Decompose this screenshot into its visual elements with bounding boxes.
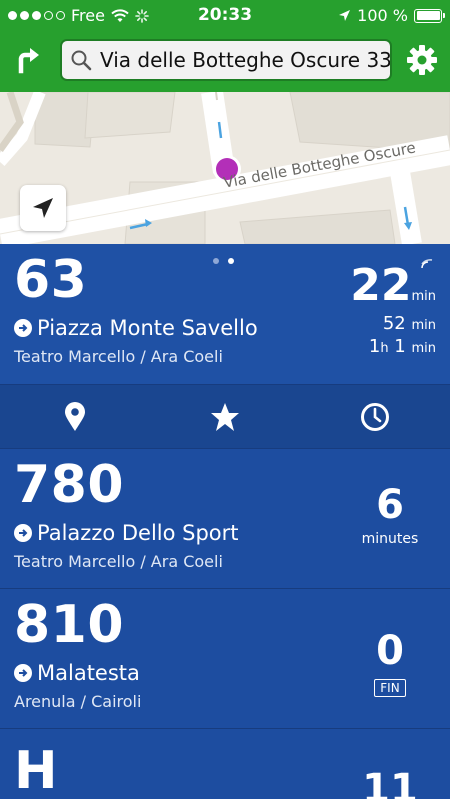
arrival-unit: minutes bbox=[361, 531, 419, 547]
arrival-3-minutes-unit: min bbox=[411, 341, 436, 357]
star-icon bbox=[211, 402, 239, 431]
location-services-icon bbox=[339, 10, 351, 21]
arrow-right-circle-icon bbox=[14, 319, 32, 337]
route-card[interactable]: 63 Piazza Monte Savello Teatro Marcello … bbox=[0, 244, 450, 384]
line-number: H bbox=[14, 741, 59, 799]
arrival-3-minutes: 1 bbox=[394, 336, 406, 358]
arrival-time: 11 bbox=[350, 769, 430, 799]
arrow-right-circle-icon bbox=[14, 664, 32, 682]
search-icon bbox=[71, 50, 92, 71]
destination-label: Piazza Monte Savello bbox=[37, 316, 258, 340]
arrival-1-unit: min bbox=[411, 289, 436, 304]
line-number: 810 bbox=[14, 595, 125, 655]
battery-icon bbox=[414, 8, 445, 23]
arrival-1-value: 22 bbox=[350, 260, 412, 311]
arrow-right-circle-icon bbox=[14, 524, 32, 542]
line-number: 780 bbox=[14, 455, 125, 515]
arrival-value: 11 bbox=[362, 766, 418, 799]
arrival-3-hours-unit: h bbox=[380, 341, 389, 357]
arrival-2-value: 52 bbox=[382, 313, 406, 334]
clock-icon bbox=[361, 402, 389, 431]
destination: Malatesta bbox=[14, 661, 140, 685]
status-bar: Free 20:33 100 % bbox=[0, 0, 450, 30]
stop-name: Teatro Marcello / Ara Coeli bbox=[14, 347, 223, 366]
battery-percent: 100 % bbox=[357, 6, 408, 25]
locate-me-button[interactable] bbox=[20, 185, 66, 231]
arrival-value: 6 bbox=[376, 482, 404, 528]
show-stop-button[interactable] bbox=[0, 385, 150, 448]
pin-icon bbox=[65, 401, 85, 431]
arrival-2-unit: min bbox=[411, 318, 436, 333]
route-card[interactable]: H 11 bbox=[0, 728, 450, 799]
schedule-button[interactable] bbox=[300, 385, 450, 448]
arrival-3-hours: 1 bbox=[368, 336, 381, 358]
destination-label: Palazzo Dello Sport bbox=[37, 521, 239, 545]
terminus-badge: FIN bbox=[374, 679, 406, 697]
gear-icon[interactable] bbox=[406, 44, 438, 76]
locate-arrow-icon bbox=[33, 198, 53, 218]
header-bar: Via delle Botteghe Oscure 33 bbox=[0, 30, 450, 92]
stop-name: Teatro Marcello / Ara Coeli bbox=[14, 552, 223, 571]
arrival-time: 0 FIN bbox=[350, 631, 430, 697]
route-card[interactable]: 810 Malatesta Arenula / Cairoli 0 FIN bbox=[0, 588, 450, 728]
arrival-time: 6 minutes bbox=[350, 485, 430, 547]
destination-label: Malatesta bbox=[37, 661, 140, 685]
arrival-times: 22min 52 min 1h 1 min bbox=[350, 259, 436, 359]
destination: Palazzo Dello Sport bbox=[14, 521, 239, 545]
page-indicator bbox=[213, 258, 234, 264]
realtime-signal-icon bbox=[421, 259, 433, 269]
turn-right-icon[interactable] bbox=[12, 44, 44, 76]
route-actions-bar bbox=[0, 384, 450, 448]
map-view[interactable]: Via delle Botteghe Oscure bbox=[0, 92, 450, 244]
search-value: Via delle Botteghe Oscure 33 bbox=[100, 48, 390, 72]
stop-name: Arenula / Cairoli bbox=[14, 692, 142, 711]
arrival-value: 0 bbox=[376, 628, 404, 674]
favorite-button[interactable] bbox=[150, 385, 300, 448]
route-card[interactable]: 780 Palazzo Dello Sport Teatro Marcello … bbox=[0, 448, 450, 588]
search-input[interactable]: Via delle Botteghe Oscure 33 bbox=[60, 39, 392, 81]
destination: Piazza Monte Savello bbox=[14, 316, 258, 340]
line-number: 63 bbox=[14, 250, 88, 310]
